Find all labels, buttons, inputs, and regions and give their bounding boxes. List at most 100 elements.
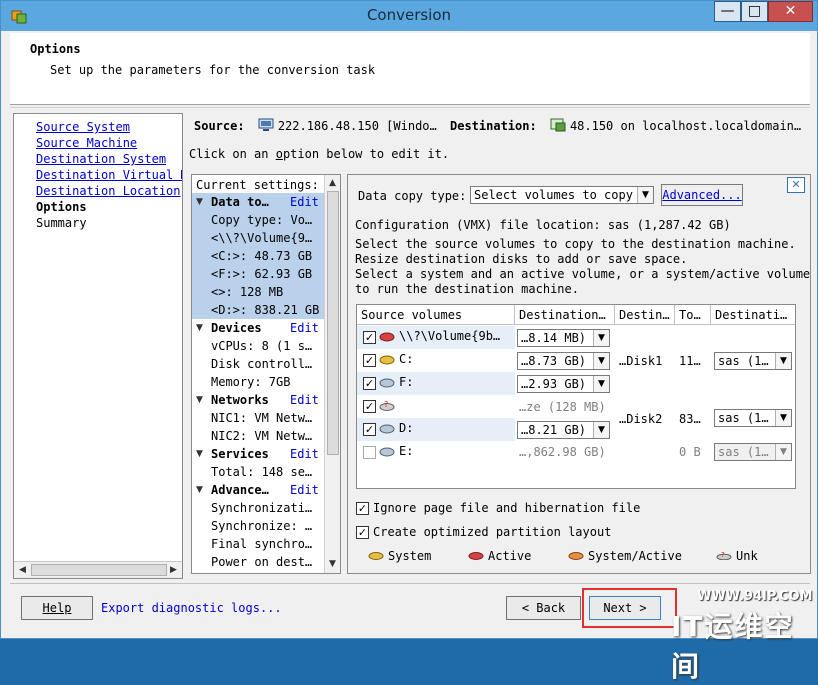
size-select[interactable]: …8.14 MB) ▼ (517, 329, 610, 347)
nav-source-system[interactable]: Source System (36, 120, 130, 134)
table-row[interactable]: ✓ C: (357, 349, 515, 372)
section-devices[interactable]: ▼ Devices Edit (192, 319, 324, 337)
disk-total: 0 B (679, 445, 701, 459)
chevron-down-icon: ▼ (593, 353, 609, 369)
column-header-source-volumes[interactable]: Source volumes (357, 305, 515, 325)
optimized-layout-checkbox[interactable]: ✓ (356, 526, 369, 539)
help-button[interactable]: Help (21, 596, 93, 620)
optimized-layout-label: Create optimized partition layout (373, 525, 612, 539)
ignore-pagefile-label: Ignore page file and hibernation file (373, 501, 641, 515)
setting-value: <D:>: 838.21 GB (192, 301, 324, 319)
column-header-total[interactable]: To… (675, 305, 711, 325)
volume-checkbox[interactable]: ✓ (363, 400, 376, 413)
active-volume-icon (379, 332, 395, 342)
setting-value: Memory: 7GB (211, 375, 291, 389)
setting-value: Disk controll… (211, 357, 313, 371)
scroll-right-icon[interactable]: ▶ (165, 562, 182, 578)
edit-link[interactable]: Edit (290, 445, 319, 463)
chevron-down-icon: ▼ (637, 187, 653, 203)
table-row[interactable]: ✓ \\?\Volume{9b… (357, 326, 515, 349)
conversion-window: Conversion — □ ✕ Options Set up the para… (0, 0, 818, 683)
column-header-destination-disk[interactable]: Destin… (615, 305, 675, 325)
nav-horizontal-scrollbar[interactable]: ◀ ▶ (14, 561, 182, 578)
datastore-select[interactable]: sas (1… ▼ (714, 409, 792, 427)
instruction-accel: o (275, 147, 283, 161)
collapse-icon[interactable]: ▼ (196, 391, 203, 409)
nav-destination-location[interactable]: Destination Location (36, 184, 181, 198)
size-value: …2.93 GB) (521, 377, 587, 391)
edit-link[interactable]: Edit (290, 481, 319, 499)
divider (10, 107, 810, 108)
section-networks[interactable]: ▼ Networks Edit (192, 391, 324, 409)
legend-active: Active (468, 549, 531, 563)
volume-checkbox[interactable]: ✓ (363, 354, 376, 367)
settings-header: Current settings: (196, 178, 319, 192)
export-logs-link[interactable]: Export diagnostic logs... (101, 601, 282, 615)
volume-checkbox[interactable]: ✓ (363, 377, 376, 390)
size-select[interactable]: …8.21 GB) ▼ (517, 421, 610, 439)
ignore-pagefile-checkbox[interactable]: ✓ (356, 502, 369, 515)
data-copy-type-select[interactable]: Select volumes to copy ▼ (470, 186, 654, 204)
close-button[interactable]: ✕ (768, 1, 813, 22)
collapse-icon[interactable]: ▼ (196, 445, 203, 463)
section-advanced[interactable]: ▼ Advance… Edit (192, 481, 324, 499)
table-row[interactable]: ✓ F: (357, 372, 515, 395)
edit-link[interactable]: Edit (290, 193, 319, 211)
section-services[interactable]: ▼ Services Edit (192, 445, 324, 463)
advanced-button[interactable]: Advanced... (661, 184, 743, 206)
section-data-to-copy[interactable]: ▼ Data to… Edit (192, 193, 324, 211)
title-bar[interactable]: Conversion — □ ✕ (1, 1, 817, 31)
size-select[interactable]: …2.93 GB) ▼ (517, 375, 610, 393)
nav-summary: Summary (36, 216, 87, 230)
chevron-down-icon: ▼ (593, 422, 609, 438)
scroll-left-icon[interactable]: ◀ (14, 562, 31, 578)
collapse-icon[interactable]: ▼ (196, 481, 203, 499)
disk-name: …Disk1 (619, 354, 663, 368)
collapse-icon[interactable]: ▼ (196, 319, 203, 337)
instruction-line: to run the destination machine. (355, 282, 579, 296)
column-header-destination-size[interactable]: Destination… (515, 305, 615, 325)
datastore-value: sas (1… (718, 411, 769, 425)
watermark-text: IT运维空间 (671, 610, 795, 683)
maximize-button[interactable]: □ (741, 1, 768, 22)
wizard-nav: Source System Source Machine Destination… (13, 113, 183, 579)
nav-source-machine[interactable]: Source Machine (36, 136, 137, 150)
column-header-destination-datastore[interactable]: Destinati… (711, 305, 795, 325)
svg-text:?: ? (384, 401, 388, 409)
table-row[interactable]: ✓ ? (357, 395, 515, 418)
nav-destination-virtual-machine[interactable]: Destination Virtual M (36, 168, 182, 182)
scroll-down-icon[interactable]: ▼ (325, 556, 340, 572)
volume-checkbox[interactable] (363, 446, 376, 459)
table-row[interactable]: E: (357, 441, 515, 464)
scroll-thumb[interactable] (327, 191, 339, 455)
legend-system-active: System/Active (568, 549, 682, 563)
setting-value: Copy type: Vo… (192, 211, 324, 229)
data-copy-panel: Data copy type: Select volumes to copy ▼… (347, 174, 811, 574)
close-panel-icon[interactable]: ✕ (787, 177, 805, 193)
nav-destination-system[interactable]: Destination System (36, 152, 166, 166)
volume-checkbox[interactable]: ✓ (363, 331, 376, 344)
back-button[interactable]: < Back (506, 596, 581, 620)
volume-checkbox[interactable]: ✓ (363, 423, 376, 436)
instruction-line: Select the source volumes to copy to the… (355, 237, 796, 251)
watermark-url: WWW.94IP.COM (697, 589, 813, 604)
setting-value: <F:>: 62.93 GB (192, 265, 324, 283)
chevron-down-icon: ▼ (593, 376, 609, 392)
setting-value: Power on dest… (211, 555, 313, 569)
datastore-select[interactable]: sas (1… ▼ (714, 352, 792, 370)
legend-label: Active (488, 549, 532, 563)
divider (10, 583, 810, 584)
scroll-thumb[interactable] (31, 564, 167, 576)
edit-link[interactable]: Edit (290, 391, 319, 409)
scroll-up-icon[interactable]: ▲ (325, 175, 340, 191)
legend-label: System/Active (588, 549, 682, 563)
setting-value: <C:>: 48.73 GB (192, 247, 324, 265)
source-label: Source: (194, 119, 245, 133)
destination-label: Destination: (450, 119, 537, 133)
size-select[interactable]: …8.73 GB) ▼ (517, 352, 610, 370)
settings-vertical-scrollbar[interactable]: ▲ ▼ (324, 175, 340, 573)
table-row[interactable]: ✓ D: (357, 418, 515, 441)
minimize-button[interactable]: — (714, 1, 741, 22)
edit-link[interactable]: Edit (290, 319, 319, 337)
collapse-icon[interactable]: ▼ (196, 193, 203, 211)
